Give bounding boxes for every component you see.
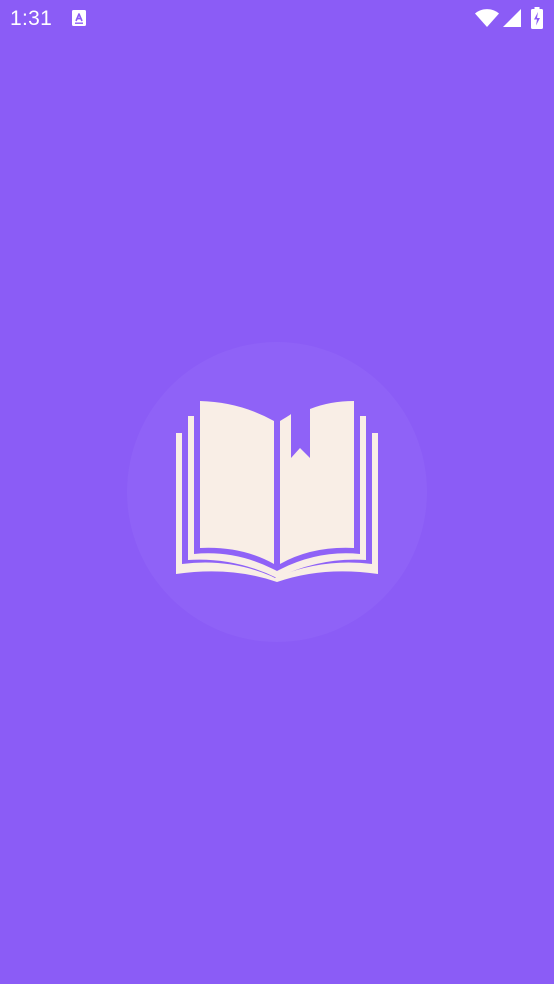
status-bar: 1:31 <box>0 0 554 38</box>
app-logo <box>127 342 427 642</box>
splash-screen: 1:31 <box>0 0 554 984</box>
status-time: 1:31 <box>10 7 53 30</box>
app-notification-icon <box>72 10 86 26</box>
battery-charging-icon <box>531 7 543 29</box>
logo-glow <box>127 342 427 642</box>
open-book-bookmark-icon <box>127 342 427 642</box>
cellular-signal-icon <box>503 9 521 27</box>
wifi-icon <box>475 9 499 27</box>
